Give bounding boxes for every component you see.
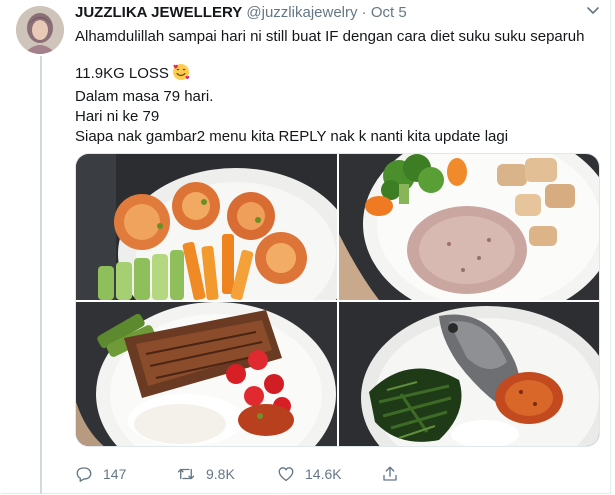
reply-button[interactable]: 147: [75, 463, 126, 485]
tweet-text: Alhamdulillah sampai hari ni still buat …: [75, 27, 595, 147]
smiling-face-with-hearts-icon: [172, 63, 190, 87]
tweet-line: Hari ni ke 79: [75, 108, 160, 125]
share-button[interactable]: [381, 463, 409, 485]
share-icon: [383, 466, 397, 481]
avatar[interactable]: [16, 6, 64, 54]
food-photo-fish-greens[interactable]: [339, 302, 599, 446]
retweet-button[interactable]: 9.8K: [176, 463, 235, 485]
thread-line: [40, 56, 42, 494]
like-count: 14.6K: [305, 466, 342, 482]
tweet-line-with-emoji: 11.9KG LOSS: [75, 63, 595, 87]
reply-icon: [76, 467, 92, 482]
reply-count: 147: [103, 466, 127, 482]
tweet-line: Dalam masa 79 hari.: [75, 88, 214, 105]
separator-dot: ·: [361, 4, 367, 21]
author-handle[interactable]: @juzzlikajewelry: [246, 4, 357, 21]
tweet-line: 11.9KG LOSS: [75, 65, 169, 82]
retweet-count: 9.8K: [206, 466, 235, 482]
tweet-line: Siapa nak gambar2 menu kita REPLY nak k …: [75, 128, 509, 145]
like-button[interactable]: 14.6K: [277, 463, 342, 485]
food-photo-shrimp[interactable]: [76, 154, 337, 300]
tweet-header: JUZZLIKA JEWELLERY @juzzlikajewelry · Oc…: [75, 4, 407, 22]
tweet-actions: 147 9.8K 14.6K: [75, 463, 595, 485]
tweet-line: Alhamdulillah sampai hari ni still buat …: [75, 28, 585, 45]
tweet-card: JUZZLIKA JEWELLERY @juzzlikajewelry · Oc…: [1, 0, 611, 494]
food-photo-salmon[interactable]: [76, 302, 337, 446]
tweet-date[interactable]: Oct 5: [371, 4, 407, 21]
retweet-icon: [177, 468, 195, 480]
media-grid: [75, 153, 600, 447]
author-name[interactable]: JUZZLIKA JEWELLERY: [75, 4, 242, 21]
more-icon[interactable]: [583, 2, 603, 20]
food-photo-rice-chicken[interactable]: [339, 154, 599, 300]
like-icon: [278, 467, 294, 482]
